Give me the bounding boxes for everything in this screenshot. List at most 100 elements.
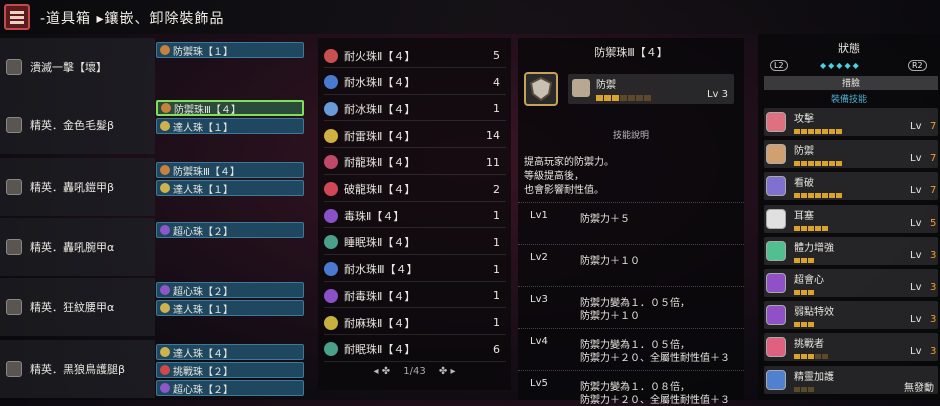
level-pip [836,129,842,134]
decoration-slot[interactable]: 超心珠【２】 [156,282,304,298]
jewel-row[interactable]: 耐火珠Ⅱ【４】 5 [324,44,506,68]
decoration-slot[interactable]: 達人珠【４】 [156,344,304,360]
skill-lv-label: Lv [910,249,922,261]
jewel-row[interactable]: 耐龍珠Ⅱ【４】 11 [324,151,506,175]
skill-name: 挑戰者 [794,339,824,351]
jewel-icon [324,288,338,303]
l2-button[interactable]: L2 [770,60,788,71]
gear-name: 精英．金色毛髮β [30,119,115,132]
level-pip [836,193,842,199]
jewel-row[interactable]: 耐眠珠Ⅱ【４】 6 [324,338,506,362]
skill-lv-value: 7 [930,185,937,197]
level-pip [604,95,611,101]
equipped-skill[interactable]: 看破 Lv 7 [764,172,938,201]
decoration-detail-panel: 防禦珠Ⅲ【４】 防禦 Lv 3 技能說明 提高玩家的防禦力。 等級提高後， 也會… [518,38,744,406]
jewel-icon [324,315,338,330]
slot-label: 達人珠【１】 [173,304,233,316]
gear-name: 精英．黑狼鳥護腿β [30,363,126,376]
armor-icon [6,117,22,133]
jewel-row[interactable]: 破龍珠Ⅱ【４】 2 [324,178,506,202]
decoration-slot[interactable]: 防禦珠【１】 [156,42,304,58]
status-panel: 狀態 L2 ◆◆◆◆◆ R2 措臉 裝備技能 攻擊 Lv 7 防禦 Lv 7 看破 Lv 7 耳塞… [758,34,940,400]
gear-row[interactable]: 精英．狂紋腰甲α 超心珠【２】 達人珠【１】 [0,278,310,336]
equipped-skill[interactable]: 超會心 Lv 3 [764,269,938,297]
level-pip [829,129,835,134]
skill-level: Lv 3 [706,89,728,100]
jewel-row[interactable]: 耐水珠Ⅲ【４】 1 [324,258,506,282]
jewel-row[interactable]: 耐雷珠Ⅱ【４】 14 [324,124,506,149]
jewel-icon [160,285,170,295]
decoration-slot[interactable]: 達人珠【１】 [156,180,304,196]
level-pip [822,354,828,360]
skill-level-bar [794,221,829,234]
decoration-slot[interactable]: 達人珠【１】 [156,118,304,134]
jewel-icon [324,128,338,143]
skill-name: 弱點特效 [794,307,834,319]
level-pip [636,95,643,101]
decoration-slot[interactable]: 防禦珠Ⅲ【４】 [156,100,304,116]
skill-icon [766,337,786,358]
skill-level-bar [794,188,843,201]
level-pip [815,225,821,231]
level-pip [815,161,821,167]
equipped-skill[interactable]: 挑戰者 Lv 3 [764,333,938,362]
level-pip [801,386,807,392]
skill-icon [766,240,786,261]
decoration-slot[interactable]: 超心珠【２】 [156,222,304,238]
decoration-slot[interactable]: 超心珠【２】 [156,380,304,396]
jewel-name: 耐毒珠Ⅱ【４】 [344,289,416,303]
jewel-name: 耐眠珠Ⅱ【４】 [344,343,416,357]
equipped-skill[interactable]: 精靈加護 無發動 [764,365,938,394]
jewel-quantity: 1 [493,289,500,303]
jewel-row[interactable]: 毒珠Ⅱ【４】 1 [324,204,506,229]
equipped-skill[interactable]: 耳塞 Lv 5 [764,204,938,234]
level-pip [815,129,821,134]
skill-level-bar [596,91,652,104]
divider [518,370,744,371]
status-title: 狀態 [838,42,860,55]
level-pip [808,354,814,360]
skill-lv-value: 3 [930,249,937,261]
decoration-slot[interactable]: 達人珠【１】 [156,300,304,316]
next-page-icon[interactable]: ✤ ▸ [439,366,456,377]
gear-row[interactable]: 精英．轟吼鎧甲β 防禦珠Ⅲ【４】 達人珠【１】 [0,158,310,216]
level-pip [801,161,807,167]
skill-lv-value: 7 [930,121,937,132]
gear-row[interactable]: 精英．金色毛髮β 防禦珠Ⅲ【４】 達人珠【１】 [0,96,310,154]
jewel-row[interactable]: 耐麻珠Ⅱ【４】 1 [324,311,506,335]
equipped-skill[interactable]: 弱點特效 Lv 3 [764,301,938,330]
jewel-icon [160,303,170,313]
skill-description: 提高玩家的防禦力。 等級提高後， 也會影響耐性值。 [524,156,614,198]
level-pip [822,129,828,134]
jewel-row[interactable]: 耐冰珠Ⅱ【４】 1 [324,97,506,122]
gear-name-cell: 潰滅一擊【壞】 [0,38,155,96]
pagination[interactable]: ◂ ✤ 1/43 ✤ ▸ [318,366,511,384]
prev-page-icon[interactable]: ◂ ✤ [374,366,391,377]
jewel-row[interactable]: 耐水珠Ⅱ【４】 4 [324,71,506,95]
r2-button[interactable]: R2 [908,60,927,71]
armor-icon [6,179,22,195]
item-box-icon [4,4,30,30]
page-indicator: 1/43 [403,366,426,377]
jewel-row[interactable]: 耐毒珠Ⅱ【４】 1 [324,284,506,309]
jewel-row[interactable]: 睡眠珠Ⅱ【４】 1 [324,231,506,255]
skill-name: 防禦 [794,146,814,158]
gear-row[interactable]: 精英．黑狼鳥護腿β 達人珠【４】 挑戰珠【２】 超心珠【２】 [0,340,310,398]
jewel-icon [324,101,338,116]
level-pip [808,322,814,328]
gear-name-cell: 精英．轟吼鎧甲β [0,158,155,216]
equipped-skill[interactable]: 攻擊 Lv 7 [764,108,938,136]
equipped-skill[interactable]: 防禦 Lv 7 [764,140,938,169]
skill-name: 看破 [794,178,814,190]
level-pip [620,95,627,101]
gear-row[interactable]: 潰滅一擊【壞】 防禦珠【１】 [0,38,310,96]
decoration-slot[interactable]: 挑戰珠【２】 [156,362,304,378]
status-tab[interactable]: 措臉 [764,76,938,90]
level-pip [822,225,828,231]
gear-row[interactable]: 精英．轟吼腕甲α 超心珠【２】 [0,218,310,276]
skill-icon [766,305,786,326]
skill-level-bar [794,253,815,266]
level-effect: 防禦力＋２０、全屬性耐性值＋３ [580,395,730,406]
decoration-slot[interactable]: 防禦珠Ⅲ【４】 [156,162,304,178]
equipped-skill[interactable]: 體力增強 Lv 3 [764,236,938,266]
